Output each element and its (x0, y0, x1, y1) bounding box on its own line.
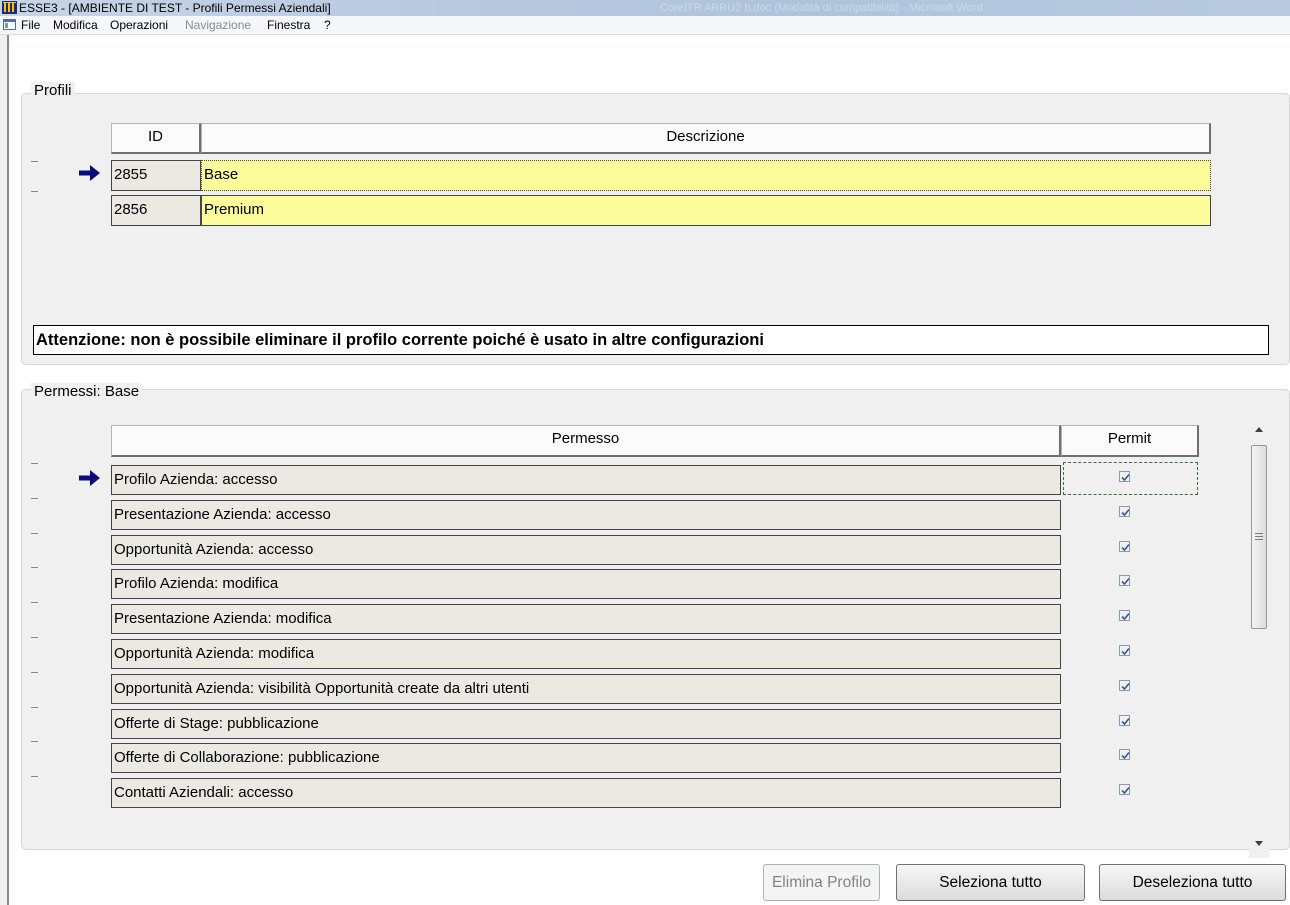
profile-id-cell[interactable]: 2855 (111, 160, 201, 191)
scroll-up-icon[interactable] (1255, 427, 1263, 432)
deseleziona-tutto-button[interactable]: Deseleziona tutto (1099, 864, 1286, 901)
permit-checkbox[interactable] (1119, 749, 1130, 760)
check-icon (1121, 473, 1130, 482)
check-icon (1121, 786, 1130, 795)
row-marker (31, 533, 38, 534)
row-marker (31, 498, 38, 499)
current-row-arrow-icon (79, 165, 100, 181)
background-window-title: CoreITR ARRU2 b.doc (Modalità di compati… (660, 2, 983, 14)
row-marker (31, 161, 38, 162)
profili-id-header[interactable]: ID (111, 123, 201, 154)
row-marker (31, 707, 38, 708)
permesso-cell[interactable]: Offerte di Stage: pubblicazione (111, 709, 1061, 739)
permit-checkbox[interactable] (1119, 610, 1130, 621)
current-row-arrow-icon (79, 470, 100, 486)
scroll-down-icon[interactable] (1255, 841, 1263, 846)
permesso-cell[interactable]: Profilo Azienda: accesso (111, 465, 1061, 495)
row-marker (31, 602, 38, 603)
window-title: ESSE3 - [AMBIENTE DI TEST - Profili Perm… (19, 1, 331, 15)
check-icon (1121, 612, 1130, 621)
menu-file[interactable]: File (21, 16, 40, 34)
permit-checkbox[interactable] (1119, 506, 1130, 517)
profili-descrizione-header[interactable]: Descrizione (201, 123, 1211, 154)
menu-bar: File Modifica Operazioni Navigazione Fin… (0, 16, 1290, 35)
permesso-cell[interactable]: Presentazione Azienda: accesso (111, 500, 1061, 530)
check-icon (1121, 508, 1130, 517)
elimina-profilo-button[interactable]: Elimina Profilo (763, 864, 880, 901)
title-bar: ESSE3 - [AMBIENTE DI TEST - Profili Perm… (0, 0, 1290, 16)
menu-navigazione[interactable]: Navigazione (185, 16, 251, 34)
profile-description-cell[interactable]: Base (201, 160, 1211, 191)
menu-operazioni[interactable]: Operazioni (110, 16, 168, 34)
permit-checkbox[interactable] (1119, 541, 1130, 552)
seleziona-tutto-button[interactable]: Seleziona tutto (896, 864, 1085, 901)
menu-modifica[interactable]: Modifica (53, 16, 98, 34)
permesso-cell[interactable]: Opportunità Azienda: modifica (111, 639, 1061, 669)
check-icon (1121, 751, 1130, 760)
app-logo-icon (2, 1, 17, 14)
permesso-cell[interactable]: Opportunità Azienda: accesso (111, 535, 1061, 565)
permesso-cell[interactable]: Opportunità Azienda: visibilità Opportun… (111, 674, 1061, 704)
permit-column-header[interactable]: Permit (1061, 425, 1199, 457)
permit-checkbox[interactable] (1119, 645, 1130, 656)
profile-description-cell[interactable]: Premium (201, 195, 1211, 226)
check-icon (1121, 577, 1130, 586)
check-icon (1121, 543, 1130, 552)
profili-group-label: Profili (31, 82, 75, 99)
permessi-scrollbar[interactable] (1249, 418, 1269, 858)
row-marker (31, 637, 38, 638)
row-marker (31, 776, 38, 777)
permit-checkbox[interactable] (1119, 715, 1130, 726)
permesso-cell[interactable]: Contatti Aziendali: accesso (111, 778, 1061, 808)
permesso-cell[interactable]: Presentazione Azienda: modifica (111, 604, 1061, 634)
permesso-cell[interactable]: Offerte di Collaborazione: pubblicazione (111, 743, 1061, 773)
menu-finestra[interactable]: Finestra (267, 16, 310, 34)
row-marker (31, 741, 38, 742)
mdi-document-icon[interactable] (3, 19, 16, 30)
grip-icon (1255, 533, 1263, 540)
row-marker (31, 191, 38, 192)
permesso-column-header[interactable]: Permesso (111, 425, 1061, 457)
permit-checkbox[interactable] (1119, 471, 1130, 482)
check-icon (1121, 717, 1130, 726)
permit-checkbox[interactable] (1119, 680, 1130, 691)
row-marker (31, 672, 38, 673)
row-marker (31, 567, 38, 568)
permesso-cell[interactable]: Profilo Azienda: modifica (111, 569, 1061, 599)
permit-checkbox[interactable] (1119, 575, 1130, 586)
permessi-group-label: Permessi: Base (31, 383, 143, 400)
scroll-thumb[interactable] (1251, 445, 1267, 629)
profile-id-cell[interactable]: 2856 (111, 195, 201, 226)
menu-help[interactable]: ? (324, 16, 331, 34)
permit-checkbox[interactable] (1119, 784, 1130, 795)
row-marker (31, 463, 38, 464)
warning-message: Attenzione: non è possibile eliminare il… (33, 325, 1269, 355)
check-icon (1121, 647, 1130, 656)
check-icon (1121, 682, 1130, 691)
